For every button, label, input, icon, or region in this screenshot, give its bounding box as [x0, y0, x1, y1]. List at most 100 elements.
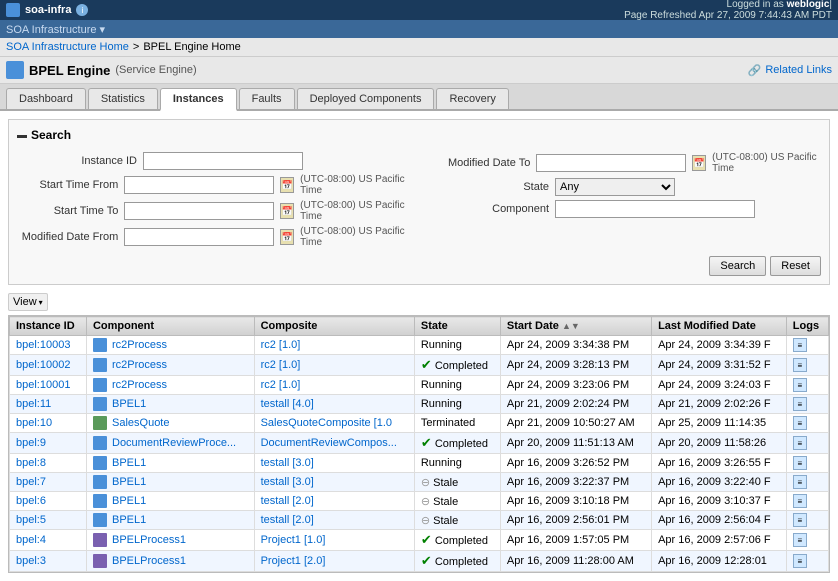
- table-row[interactable]: bpel:10001 rc2Process rc2 [1.0] Running …: [10, 376, 829, 395]
- col-last-modified[interactable]: Last Modified Date: [652, 317, 787, 336]
- log-icon[interactable]: ≡: [793, 533, 807, 547]
- cell-last-modified: Apr 16, 2009 2:56:04 F: [652, 511, 787, 530]
- col-logs[interactable]: Logs: [786, 317, 828, 336]
- component-link[interactable]: BPEL1: [112, 476, 146, 488]
- cell-last-modified: Apr 16, 2009 3:10:37 F: [652, 492, 787, 511]
- sub-header-label[interactable]: SOA Infrastructure ▾: [6, 23, 105, 36]
- instance-id-link[interactable]: bpel:10003: [16, 339, 70, 351]
- cell-logs: ≡: [786, 395, 828, 414]
- table-row[interactable]: bpel:10 SalesQuote SalesQuoteComposite […: [10, 414, 829, 433]
- log-icon[interactable]: ≡: [793, 397, 807, 411]
- col-state[interactable]: State: [414, 317, 500, 336]
- component-link[interactable]: DocumentReviewProce...: [112, 437, 236, 449]
- cell-instance-id: bpel:10: [10, 414, 87, 433]
- instance-id-link[interactable]: bpel:10001: [16, 379, 70, 391]
- component-link[interactable]: rc2Process: [112, 339, 167, 351]
- modified-date-from-input[interactable]: [124, 228, 274, 246]
- log-icon[interactable]: ≡: [793, 554, 807, 568]
- log-icon[interactable]: ≡: [793, 378, 807, 392]
- component-link[interactable]: rc2Process: [112, 379, 167, 391]
- component-link[interactable]: rc2Process: [112, 359, 167, 371]
- table-row[interactable]: bpel:9 DocumentReviewProce... DocumentRe…: [10, 433, 829, 454]
- instance-id-link[interactable]: bpel:7: [16, 476, 46, 488]
- component-link[interactable]: BPELProcess1: [112, 534, 186, 546]
- table-row[interactable]: bpel:4 BPELProcess1 Project1 [1.0] ✔ Com…: [10, 530, 829, 551]
- col-composite[interactable]: Composite: [254, 317, 414, 336]
- instance-id-link[interactable]: bpel:11: [16, 398, 51, 410]
- component-link[interactable]: BPEL1: [112, 398, 146, 410]
- engine-subtitle: (Service Engine): [115, 64, 196, 76]
- state-select[interactable]: Any Running Completed Terminated Stale: [555, 178, 675, 196]
- cell-logs: ≡: [786, 336, 828, 355]
- component-icon: [93, 378, 107, 392]
- composite-link[interactable]: rc2 [1.0]: [261, 339, 301, 351]
- modified-date-from-tz: (UTC-08:00) US Pacific Time: [300, 226, 409, 248]
- instance-id-link[interactable]: bpel:10002: [16, 359, 70, 371]
- log-icon[interactable]: ≡: [793, 494, 807, 508]
- modified-date-from-cal-icon[interactable]: 📅: [280, 229, 294, 245]
- modified-date-to-cal-icon[interactable]: 📅: [692, 155, 706, 171]
- start-time-from-input[interactable]: [124, 176, 274, 194]
- modified-date-to-input[interactable]: [536, 154, 686, 172]
- view-dropdown[interactable]: View ▾: [8, 293, 48, 311]
- composite-link[interactable]: DocumentReviewCompos...: [261, 437, 397, 449]
- composite-link[interactable]: SalesQuoteComposite [1.0: [261, 417, 392, 429]
- instance-id-link[interactable]: bpel:8: [16, 457, 46, 469]
- table-row[interactable]: bpel:8 BPEL1 testall [3.0] Running Apr 1…: [10, 454, 829, 473]
- col-instance-id[interactable]: Instance ID: [10, 317, 87, 336]
- table-row[interactable]: bpel:11 BPEL1 testall [4.0] Running Apr …: [10, 395, 829, 414]
- search-header[interactable]: ▬ Search: [17, 128, 821, 142]
- instance-id-link[interactable]: bpel:10: [16, 417, 52, 429]
- tab-dashboard[interactable]: Dashboard: [6, 88, 86, 109]
- component-link[interactable]: BPEL1: [112, 457, 146, 469]
- reset-button[interactable]: Reset: [770, 256, 821, 276]
- col-component[interactable]: Component: [86, 317, 254, 336]
- col-start-date[interactable]: Start Date ▲▼: [500, 317, 651, 336]
- tab-instances[interactable]: Instances: [160, 88, 237, 111]
- search-button[interactable]: Search: [709, 256, 766, 276]
- instance-id-link[interactable]: bpel:9: [16, 437, 46, 449]
- breadcrumb-home[interactable]: SOA Infrastructure Home: [6, 41, 129, 53]
- component-link[interactable]: BPEL1: [112, 495, 146, 507]
- table-row[interactable]: bpel:10002 rc2Process rc2 [1.0] ✔ Comple…: [10, 355, 829, 376]
- instance-id-link[interactable]: bpel:5: [16, 514, 46, 526]
- tab-faults[interactable]: Faults: [239, 88, 295, 109]
- log-icon[interactable]: ≡: [793, 513, 807, 527]
- related-links-button[interactable]: 🔗 Related Links: [748, 64, 832, 77]
- composite-link[interactable]: Project1 [1.0]: [261, 534, 326, 546]
- table-row[interactable]: bpel:7 BPEL1 testall [3.0] ⊖ Stale Apr 1…: [10, 473, 829, 492]
- tab-statistics[interactable]: Statistics: [88, 88, 158, 109]
- composite-link[interactable]: testall [3.0]: [261, 457, 314, 469]
- composite-link[interactable]: testall [2.0]: [261, 514, 314, 526]
- table-row[interactable]: bpel:5 BPEL1 testall [2.0] ⊖ Stale Apr 1…: [10, 511, 829, 530]
- composite-link[interactable]: testall [4.0]: [261, 398, 314, 410]
- search-title: Search: [31, 128, 71, 142]
- component-link[interactable]: BPEL1: [112, 514, 146, 526]
- composite-link[interactable]: rc2 [1.0]: [261, 379, 301, 391]
- tab-deployed-components[interactable]: Deployed Components: [297, 88, 435, 109]
- instance-id-input[interactable]: [143, 152, 303, 170]
- log-icon[interactable]: ≡: [793, 475, 807, 489]
- component-input[interactable]: [555, 200, 755, 218]
- log-icon[interactable]: ≡: [793, 436, 807, 450]
- start-time-to-input[interactable]: [124, 202, 274, 220]
- composite-link[interactable]: testall [3.0]: [261, 476, 314, 488]
- log-icon[interactable]: ≡: [793, 456, 807, 470]
- instance-id-link[interactable]: bpel:4: [16, 534, 46, 546]
- composite-link[interactable]: testall [2.0]: [261, 495, 314, 507]
- sub-header[interactable]: SOA Infrastructure ▾: [0, 20, 838, 38]
- log-icon[interactable]: ≡: [793, 358, 807, 372]
- table-row[interactable]: bpel:3 BPELProcess1 Project1 [2.0] ✔ Com…: [10, 551, 829, 572]
- component-link[interactable]: SalesQuote: [112, 417, 169, 429]
- table-row[interactable]: bpel:10003 rc2Process rc2 [1.0] Running …: [10, 336, 829, 355]
- table-row[interactable]: bpel:6 BPEL1 testall [2.0] ⊖ Stale Apr 1…: [10, 492, 829, 511]
- instance-id-link[interactable]: bpel:6: [16, 495, 46, 507]
- composite-link[interactable]: rc2 [1.0]: [261, 359, 301, 371]
- log-icon[interactable]: ≡: [793, 338, 807, 352]
- start-time-to-cal-icon[interactable]: 📅: [280, 203, 294, 219]
- tab-recovery[interactable]: Recovery: [436, 88, 508, 109]
- state-text: Running: [421, 457, 462, 469]
- info-icon[interactable]: i: [76, 4, 88, 16]
- start-time-from-cal-icon[interactable]: 📅: [280, 177, 294, 193]
- log-icon[interactable]: ≡: [793, 416, 807, 430]
